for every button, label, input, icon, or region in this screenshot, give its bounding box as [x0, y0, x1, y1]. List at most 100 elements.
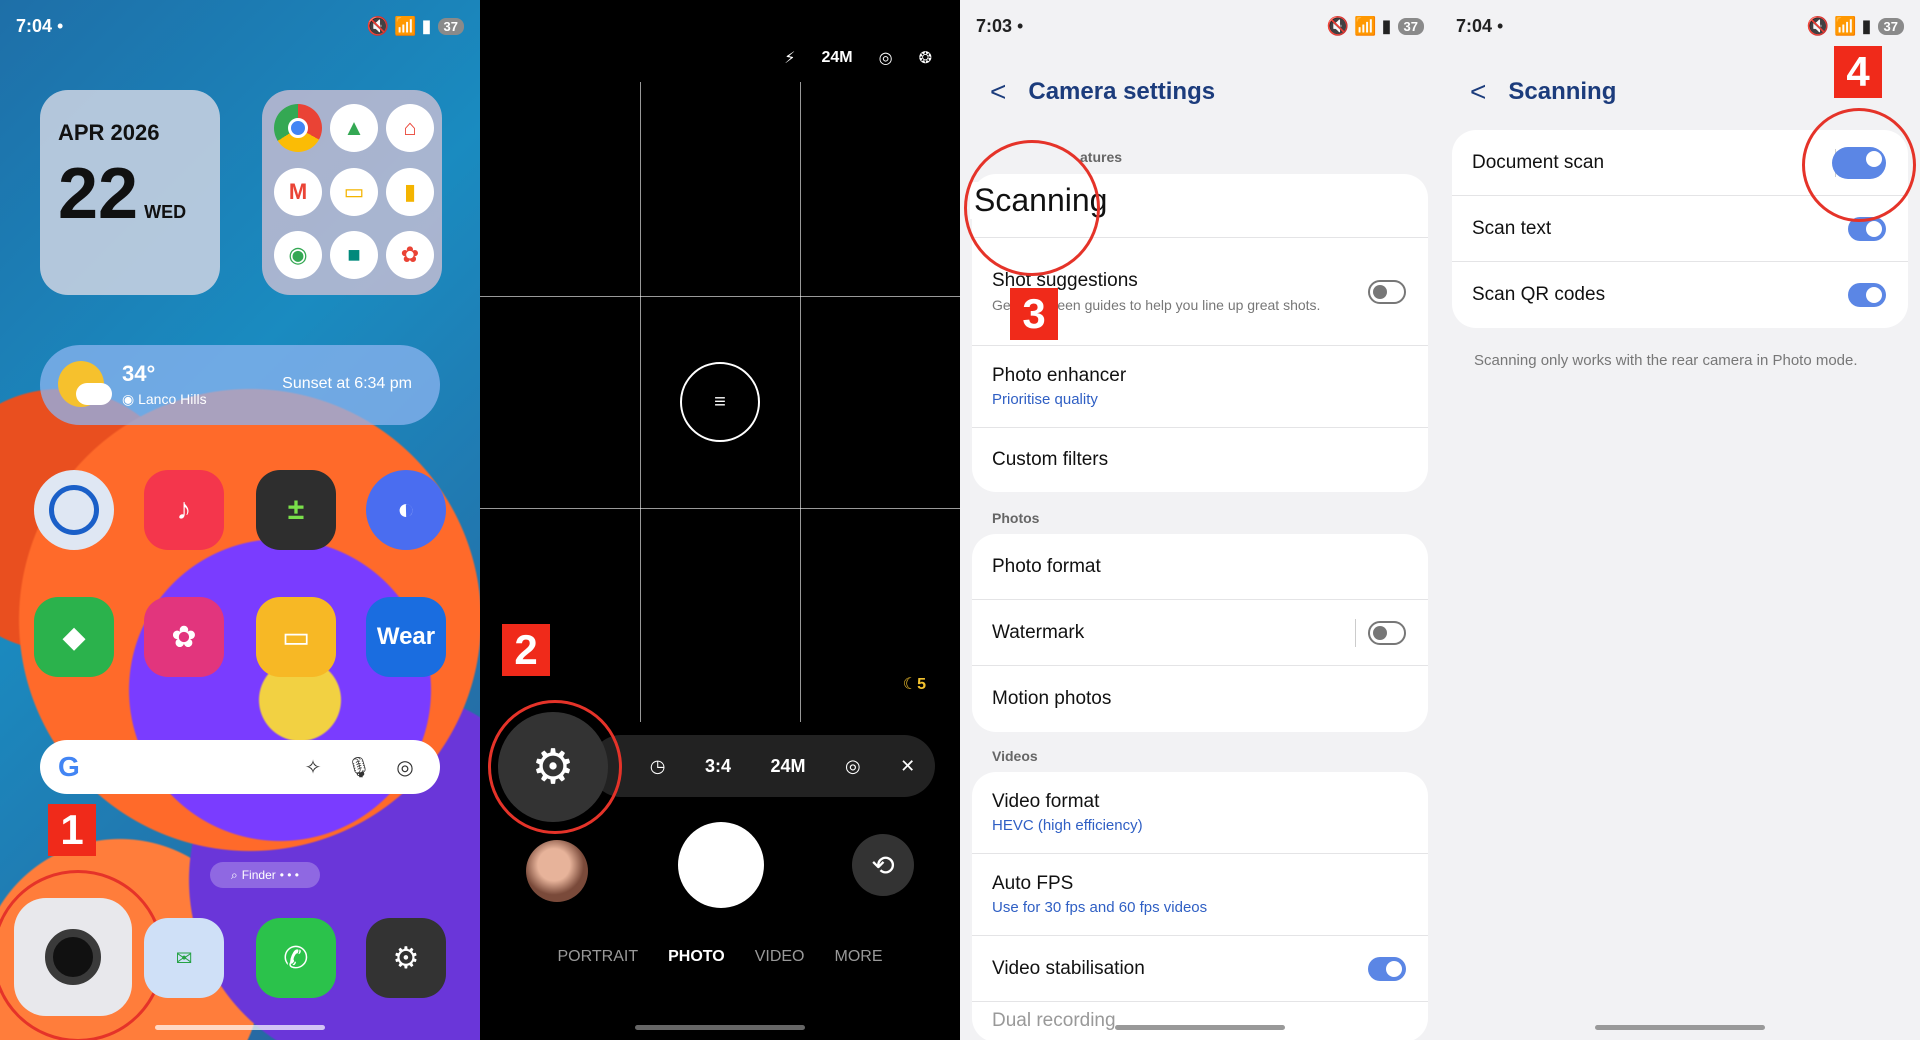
flip-camera-icon: ⟲: [871, 849, 895, 881]
gmail-icon[interactable]: M: [274, 167, 322, 216]
timer-icon[interactable]: ◷: [650, 756, 666, 777]
video-stabilisation-row[interactable]: Video stabilisation: [972, 936, 1428, 1002]
status-time: 7:03: [976, 15, 1013, 36]
photo-enhancer-value: Prioritise quality: [992, 391, 1098, 408]
resolution-button[interactable]: 24M: [770, 756, 805, 777]
search-icon: ⌕: [230, 867, 238, 882]
mic-icon[interactable]: 🎙: [342, 755, 376, 780]
drive-icon[interactable]: ▲: [330, 104, 378, 152]
highlight-ring-camera: [0, 870, 164, 1040]
home-icon[interactable]: ⌂: [386, 104, 434, 152]
keep-icon[interactable]: ▮: [386, 167, 434, 216]
filter-icon[interactable]: ❂: [919, 48, 932, 68]
highlight-ring-scanning: [964, 140, 1100, 276]
wear-app-label: Wear: [376, 623, 436, 650]
custom-filters-label: Custom filters: [992, 449, 1109, 470]
scanning-note: Scanning only works with the rear camera…: [1474, 352, 1858, 369]
meet-icon[interactable]: ■: [330, 231, 378, 280]
highlight-ring-document-scan: [1802, 108, 1916, 222]
photos-icon[interactable]: ✿: [386, 231, 434, 280]
video-format-label: Video format: [992, 791, 1100, 812]
date-widget[interactable]: APR 2026 22 WED: [40, 90, 220, 295]
lens-icon[interactable]: ◎: [388, 755, 422, 780]
feedly-app-icon[interactable]: ◆: [34, 597, 114, 677]
photos-card: Photo format Watermark Motion photos: [972, 534, 1428, 732]
ai-mode-icon[interactable]: ✧: [296, 755, 330, 780]
scan-qr-toggle[interactable]: [1848, 283, 1886, 307]
watermark-row[interactable]: Watermark: [972, 600, 1428, 666]
watermark-label: Watermark: [992, 621, 1085, 643]
step-badge-4: 4: [1834, 46, 1882, 98]
weather-widget[interactable]: 34° ◉ Lanco Hills Sunset at 6:34 pm: [40, 345, 440, 425]
page-indicator[interactable]: ⌕ Finder • • •: [210, 862, 320, 888]
auto-fps-row[interactable]: Auto FPS Use for 30 fps and 60 fps video…: [972, 854, 1428, 936]
grid-line: [480, 508, 960, 509]
night-count: 5: [917, 676, 926, 693]
scan-qr-row[interactable]: Scan QR codes: [1452, 262, 1908, 328]
switch-camera-button[interactable]: ⟲: [852, 834, 914, 896]
status-time: 7:04: [1456, 15, 1493, 36]
dual-recording-row[interactable]: Dual recording: [972, 1002, 1428, 1040]
maps-icon[interactable]: ◉: [274, 231, 322, 280]
back-chevron-icon[interactable]: <: [1470, 76, 1486, 108]
mode-portrait[interactable]: PORTRAIT: [557, 948, 638, 966]
custom-filters-row[interactable]: Custom filters: [972, 428, 1428, 492]
shutter-button[interactable]: [678, 822, 764, 908]
google-search-bar[interactable]: G ✧ 🎙 ◎: [40, 740, 440, 794]
video-format-row[interactable]: Video format HEVC (high efficiency): [972, 772, 1428, 854]
highlight-ring-settings: [488, 700, 622, 834]
watermark-toggle[interactable]: [1368, 620, 1406, 645]
scan-qr-label: Scan QR codes: [1472, 284, 1606, 305]
browser-app-icon[interactable]: ◐: [366, 470, 446, 550]
mode-photo[interactable]: PHOTO: [668, 948, 725, 966]
page-title: Scanning: [1508, 78, 1617, 105]
back-chevron-icon[interactable]: <: [990, 76, 1006, 108]
gallery-thumbnail[interactable]: [526, 840, 588, 902]
slides-icon[interactable]: ▭: [330, 167, 378, 216]
chrome-icon[interactable]: [274, 104, 322, 152]
messages-folder-icon[interactable]: ✉: [144, 918, 224, 998]
phone-app-icon[interactable]: ✆: [256, 918, 336, 998]
1password-app-icon[interactable]: [34, 470, 114, 550]
motion-icon[interactable]: ◎: [845, 756, 861, 777]
status-icons: 🔇 📶 ▮: [1326, 15, 1392, 36]
photo-format-label: Photo format: [992, 555, 1101, 577]
motion-photos-row[interactable]: Motion photos: [972, 666, 1428, 732]
status-icons: 🔇 📶 ▮: [1806, 15, 1872, 36]
weather-location: ◉ Lanco Hills: [122, 391, 207, 408]
google-logo-icon: G: [58, 751, 80, 782]
weather-sunset: Sunset at 6:34 pm: [282, 375, 412, 392]
mode-video[interactable]: VIDEO: [755, 948, 805, 966]
video-stabilisation-toggle[interactable]: [1368, 956, 1406, 981]
google-apps-folder[interactable]: ▲ ⌂ M ▭ ▮ ◉ ■ ✿: [262, 90, 442, 295]
mode-more[interactable]: MORE: [835, 948, 883, 966]
calculator-app-icon[interactable]: ±: [256, 470, 336, 550]
scan-text-label: Scan text: [1472, 217, 1552, 239]
section-label-videos: Videos: [992, 748, 1038, 764]
motion-photo-icon[interactable]: ◎: [879, 48, 893, 68]
section-label-features: atures: [1080, 149, 1123, 165]
settings-app-icon[interactable]: ⚙: [366, 918, 446, 998]
camera-quick-toolbar: ◷ 3:4 24M ◎ ✕: [590, 735, 935, 797]
files-app-icon[interactable]: ▭: [256, 597, 336, 677]
grid-line: [800, 82, 801, 722]
gallery-app-icon[interactable]: ✿: [144, 597, 224, 677]
videos-card: Video format HEVC (high efficiency) Auto…: [972, 772, 1428, 1040]
photo-format-row[interactable]: Photo format: [972, 534, 1428, 600]
photo-enhancer-label: Photo enhancer: [992, 365, 1127, 386]
level-indicator-icon: ≡: [680, 362, 760, 442]
aspect-ratio-button[interactable]: 3:4: [705, 756, 731, 777]
photo-enhancer-row[interactable]: Photo enhancer Prioritise quality: [972, 346, 1428, 428]
status-bar: 7:03 • 🔇 📶 ▮ 37: [976, 14, 1424, 38]
shot-suggestions-toggle[interactable]: [1368, 279, 1406, 304]
flash-off-icon[interactable]: ⚡: [784, 48, 795, 68]
close-toolbar-icon[interactable]: ✕: [900, 756, 915, 777]
wear-app-icon[interactable]: Wear: [366, 597, 446, 677]
music-app-icon[interactable]: ♪: [144, 470, 224, 550]
resolution-label[interactable]: 24M: [822, 49, 853, 67]
camera-top-bar: ⚡ 24M ◎ ❂: [784, 48, 932, 68]
cloud-icon: [76, 383, 112, 405]
finder-label: Finder: [241, 868, 276, 882]
moon-icon: ☾: [902, 676, 918, 693]
keyhole-icon: [49, 485, 99, 535]
